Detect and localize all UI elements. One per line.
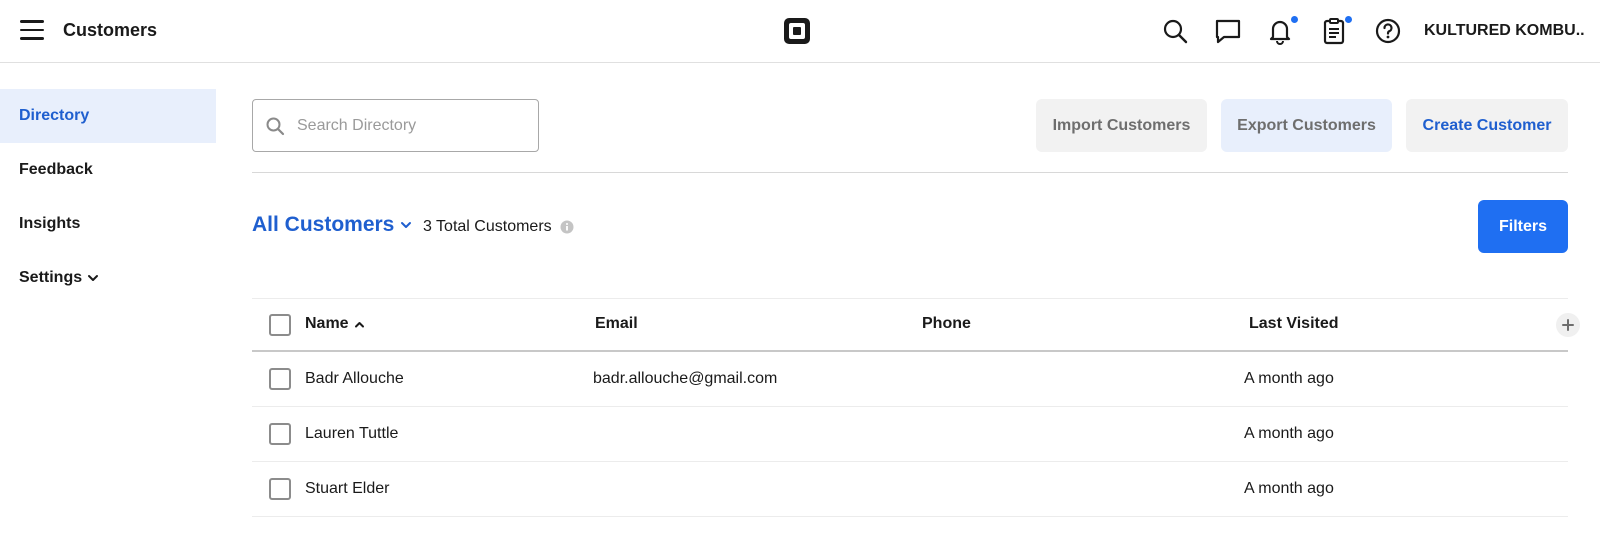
column-header-phone[interactable]: Phone bbox=[922, 315, 971, 333]
help-icon[interactable] bbox=[1374, 17, 1402, 45]
customer-last-visited: A month ago bbox=[1244, 425, 1334, 442]
export-customers-button[interactable]: Export Customers bbox=[1221, 99, 1392, 152]
account-name[interactable]: KULTURED KOMBU... bbox=[1424, 22, 1584, 40]
column-header-label: Name bbox=[305, 315, 349, 332]
sidebar-item-settings[interactable]: Settings bbox=[0, 251, 216, 305]
notifications-button[interactable] bbox=[1266, 15, 1299, 45]
table-row[interactable]: Lauren Tuttle A month ago bbox=[252, 407, 1568, 462]
customer-name[interactable]: Lauren Tuttle bbox=[305, 425, 398, 443]
customer-name[interactable]: Badr Allouche bbox=[305, 370, 404, 388]
table-header: Name Email Phone Last Visited bbox=[252, 299, 1568, 352]
column-header-name[interactable]: Name bbox=[305, 315, 365, 333]
add-column-button[interactable] bbox=[1556, 313, 1580, 337]
column-header-label: Last Visited bbox=[1249, 315, 1339, 332]
top-bar: Customers KULTURED KOMBU... bbox=[0, 0, 1600, 63]
customer-group-dropdown[interactable]: All Customers bbox=[252, 213, 412, 237]
customer-group-label: All Customers bbox=[252, 213, 395, 236]
sidebar-item-label: Insights bbox=[19, 215, 81, 232]
table-row[interactable]: Badr Allouche badr.allouche@gmail.com A … bbox=[252, 352, 1568, 407]
column-header-last-visited[interactable]: Last Visited bbox=[1249, 315, 1339, 333]
create-customer-button[interactable]: Create Customer bbox=[1406, 99, 1568, 152]
table-row[interactable]: Stuart Elder A month ago bbox=[252, 462, 1568, 517]
notification-badge-dot bbox=[1290, 15, 1299, 24]
search-icon[interactable] bbox=[1161, 17, 1189, 45]
search-field[interactable] bbox=[252, 99, 539, 152]
customer-email: badr.allouche@gmail.com bbox=[593, 370, 778, 387]
row-checkbox[interactable] bbox=[269, 423, 291, 445]
sidebar-item-label: Settings bbox=[19, 269, 83, 286]
info-icon[interactable] bbox=[560, 220, 574, 234]
square-logo-icon[interactable] bbox=[783, 17, 811, 45]
sidebar-item-feedback[interactable]: Feedback bbox=[0, 143, 216, 197]
customer-name[interactable]: Stuart Elder bbox=[305, 480, 389, 498]
sort-ascending-icon bbox=[354, 321, 364, 327]
sidebar-item-directory[interactable]: Directory bbox=[0, 89, 216, 143]
messages-icon[interactable] bbox=[1214, 17, 1242, 45]
clipboard-button[interactable] bbox=[1320, 15, 1353, 45]
column-header-label: Email bbox=[595, 315, 638, 332]
total-customers-label: 3 Total Customers bbox=[423, 218, 552, 235]
column-header-email[interactable]: Email bbox=[595, 315, 638, 333]
toolbar-divider bbox=[252, 172, 1568, 173]
sidebar-item-label: Directory bbox=[19, 107, 90, 124]
customer-last-visited: A month ago bbox=[1244, 370, 1334, 387]
search-icon bbox=[266, 117, 285, 135]
column-header-label: Phone bbox=[922, 315, 971, 332]
import-customers-button[interactable]: Import Customers bbox=[1036, 99, 1207, 152]
row-checkbox[interactable] bbox=[269, 368, 291, 390]
filters-button[interactable]: Filters bbox=[1478, 200, 1568, 253]
chevron-down-icon bbox=[401, 222, 412, 228]
menu-icon[interactable] bbox=[20, 20, 44, 40]
plus-icon bbox=[1562, 319, 1574, 331]
select-all-checkbox[interactable] bbox=[269, 314, 291, 336]
total-customers: 3 Total Customers bbox=[423, 218, 574, 236]
row-checkbox[interactable] bbox=[269, 478, 291, 500]
search-input[interactable] bbox=[297, 116, 527, 135]
clipboard-badge-dot bbox=[1344, 15, 1353, 24]
page-title: Customers bbox=[63, 20, 158, 40]
sidebar-item-label: Feedback bbox=[19, 161, 93, 178]
customer-last-visited: A month ago bbox=[1244, 480, 1334, 497]
chevron-down-icon bbox=[88, 275, 99, 281]
sidebar-item-insights[interactable]: Insights bbox=[0, 197, 216, 251]
